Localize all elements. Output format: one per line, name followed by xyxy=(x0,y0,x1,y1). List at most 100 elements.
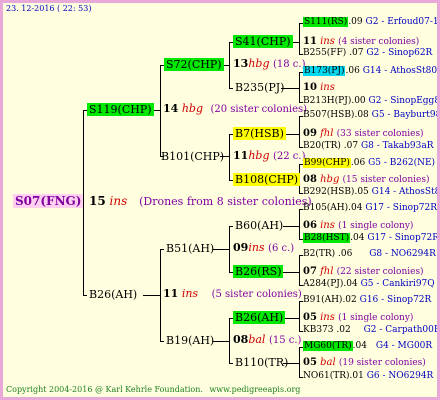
g4-year: .07 xyxy=(343,141,359,151)
g2-ins: hbg xyxy=(248,149,270,162)
g2-num: 11 xyxy=(233,149,249,162)
g4-right: G17 - Sinop72R xyxy=(367,233,439,243)
g4-label: B20(TR) xyxy=(303,141,341,151)
g3-ins: fhl xyxy=(320,266,334,277)
connector xyxy=(299,255,300,286)
g3-ins: ins xyxy=(320,82,335,93)
queen-b235: B235(PJ) xyxy=(235,81,285,94)
g3-info: 05 ins (1 single colony) xyxy=(303,313,413,323)
g4-label: B292(HSB) xyxy=(303,187,355,197)
g4-entry: B20(TR) .07 G8 - Takab93aR xyxy=(303,142,433,151)
g3-sisters: (15 sister colonies) xyxy=(342,175,430,185)
root-sisters: (Drones from 8 sister colonies) xyxy=(139,195,312,208)
g4-entry: B91(AH).02 G16 - Sinop72R xyxy=(303,296,431,305)
g4-right: G5 - B262(NE) xyxy=(368,158,436,168)
g3-info: 09 fhl (33 sister colonies) xyxy=(303,129,424,139)
footer-url: www.pedigreeapis.org xyxy=(209,385,301,394)
g3-ins: hbg xyxy=(320,174,340,185)
g4-year: .04 xyxy=(343,279,358,289)
root-info: 15 ins (Drones from 8 sister colonies) xyxy=(89,195,312,207)
queen-b108: B108(CHP) xyxy=(233,173,301,186)
root-num: 15 xyxy=(89,194,106,208)
g4-year: .02 xyxy=(336,325,351,335)
g4-year: .08 xyxy=(354,110,369,120)
g4-right: G2 - Sinop62R xyxy=(366,48,433,58)
pedigree-chart: 23. 12-2016 ( 22: 53) S07(FNG) 15 ins (D… xyxy=(0,0,440,400)
queen-b60: B60(AH) xyxy=(235,219,284,232)
g2-info: 13hbg (18 c.) xyxy=(233,58,305,70)
g1-sisters: (5 sister colonies) xyxy=(211,289,302,300)
g4-year: .04 xyxy=(352,341,367,351)
g2-ins: ins xyxy=(248,241,265,254)
queen-s72: S72(CHP) xyxy=(164,58,224,71)
g3-info: 07 fhl (22 sister colonies) xyxy=(303,267,424,277)
g4-entry: B507(HSB).08 G5 - Bayburt98-3 xyxy=(303,110,437,120)
g4-year: .00 xyxy=(351,96,366,106)
g4-entry: B2(TR) .06 G8 - NO6294R xyxy=(303,250,436,259)
g2-num: 09 xyxy=(233,241,249,254)
g4-entry: S111(RS).09 G2 - Erfoud07-1Q xyxy=(303,17,437,27)
g4-label: B28(HST) xyxy=(303,233,351,243)
g2-sisters: (6 c.) xyxy=(268,243,295,254)
connector xyxy=(299,23,300,55)
g3-info: 10 ins xyxy=(303,83,335,93)
queen-b7: B7(HSB) xyxy=(233,127,286,140)
connector xyxy=(299,209,300,240)
queen-s41: S41(CHP) xyxy=(233,35,293,48)
g2-info: 09ins (6 c.) xyxy=(233,242,294,254)
g4-year: .02 xyxy=(342,295,357,305)
g4-label: A284(PJ) xyxy=(303,279,344,289)
g2-sisters: (22 c.) xyxy=(272,151,306,162)
g4-year: .06 xyxy=(345,66,360,76)
g4-right: G2 - Carpath00R xyxy=(363,325,440,335)
g3-sisters: (4 sister colonies) xyxy=(338,37,420,47)
g1-info: 14 hbg (20 sister colonies) xyxy=(163,103,307,115)
queen-b101: B101(CHP) xyxy=(161,150,225,163)
g4-entry: B255(FF) .07 G2 - Sinop62R xyxy=(303,49,432,58)
g4-right: G2 - SinopEgg86R xyxy=(368,96,440,106)
connector xyxy=(229,134,230,181)
g4-right: G5 - Bayburt98-3 xyxy=(371,110,437,120)
copyright-text: Copyright 2004-2016 @ Karl Kehrle Founda… xyxy=(6,385,203,394)
g3-num: 11 xyxy=(303,36,317,47)
queen-s119: S119(CHP) xyxy=(87,103,154,116)
g4-entry: B99(CHP).06 G5 - B262(NE) xyxy=(303,158,436,168)
g4-year: .04 xyxy=(348,203,363,213)
g4-label: B2(TR) xyxy=(303,249,336,259)
queen-b26ah: B26(AH) xyxy=(89,288,138,301)
g2-num: 08 xyxy=(233,333,249,346)
g4-right: G4 - MG00R xyxy=(375,341,433,351)
g4-entry: B28(HST).04 G17 - Sinop72R xyxy=(303,233,439,243)
g1-num: 14 xyxy=(163,102,179,115)
queen-b26rs: B26(RS) xyxy=(233,265,284,278)
g2-sisters: (18 c.) xyxy=(272,59,306,70)
g4-label: B255(FF) xyxy=(303,48,347,58)
g4-label: B99(CHP) xyxy=(303,158,351,168)
g4-right: G14 - AthosSt80R xyxy=(371,187,440,197)
g3-ins: ins xyxy=(320,220,335,231)
connector xyxy=(299,301,300,332)
g4-label: B91(AH) xyxy=(303,295,343,305)
g2-ins: hbg xyxy=(248,57,270,70)
g4-entry: B213H(PJ).00 G2 - SinopEgg86R xyxy=(303,96,440,106)
g4-right: G16 - Sinop72R xyxy=(359,295,432,305)
g1-ins: ins xyxy=(181,287,199,300)
g4-year: .06 xyxy=(350,158,366,168)
g4-label: B507(HSB) xyxy=(303,110,355,120)
g3-ins: bal xyxy=(320,357,336,368)
g3-info: 11 ins (4 sister colonies) xyxy=(303,37,419,47)
g4-right: G14 - AthosSt80R xyxy=(362,66,440,76)
g4-right: G5 - Cankiri97Q xyxy=(360,279,435,289)
footer: Copyright 2004-2016 @ Karl Kehrle Founda… xyxy=(6,386,300,394)
g3-sisters: (19 sister colonies) xyxy=(338,358,426,368)
g1-ins: hbg xyxy=(181,102,203,115)
g2-info: 11hbg (22 c.) xyxy=(233,150,305,162)
g1-sisters: (20 sister colonies) xyxy=(210,104,308,115)
g4-entry: MG60(TR).04 G4 - MG00R xyxy=(303,341,433,351)
queen-b19: B19(AH) xyxy=(166,334,215,347)
connector xyxy=(299,116,300,148)
connector xyxy=(283,226,300,227)
root-ins: ins xyxy=(109,194,128,208)
g3-info: 06 ins (1 single colony) xyxy=(303,221,413,231)
g4-label: MG60(TR) xyxy=(303,341,353,351)
